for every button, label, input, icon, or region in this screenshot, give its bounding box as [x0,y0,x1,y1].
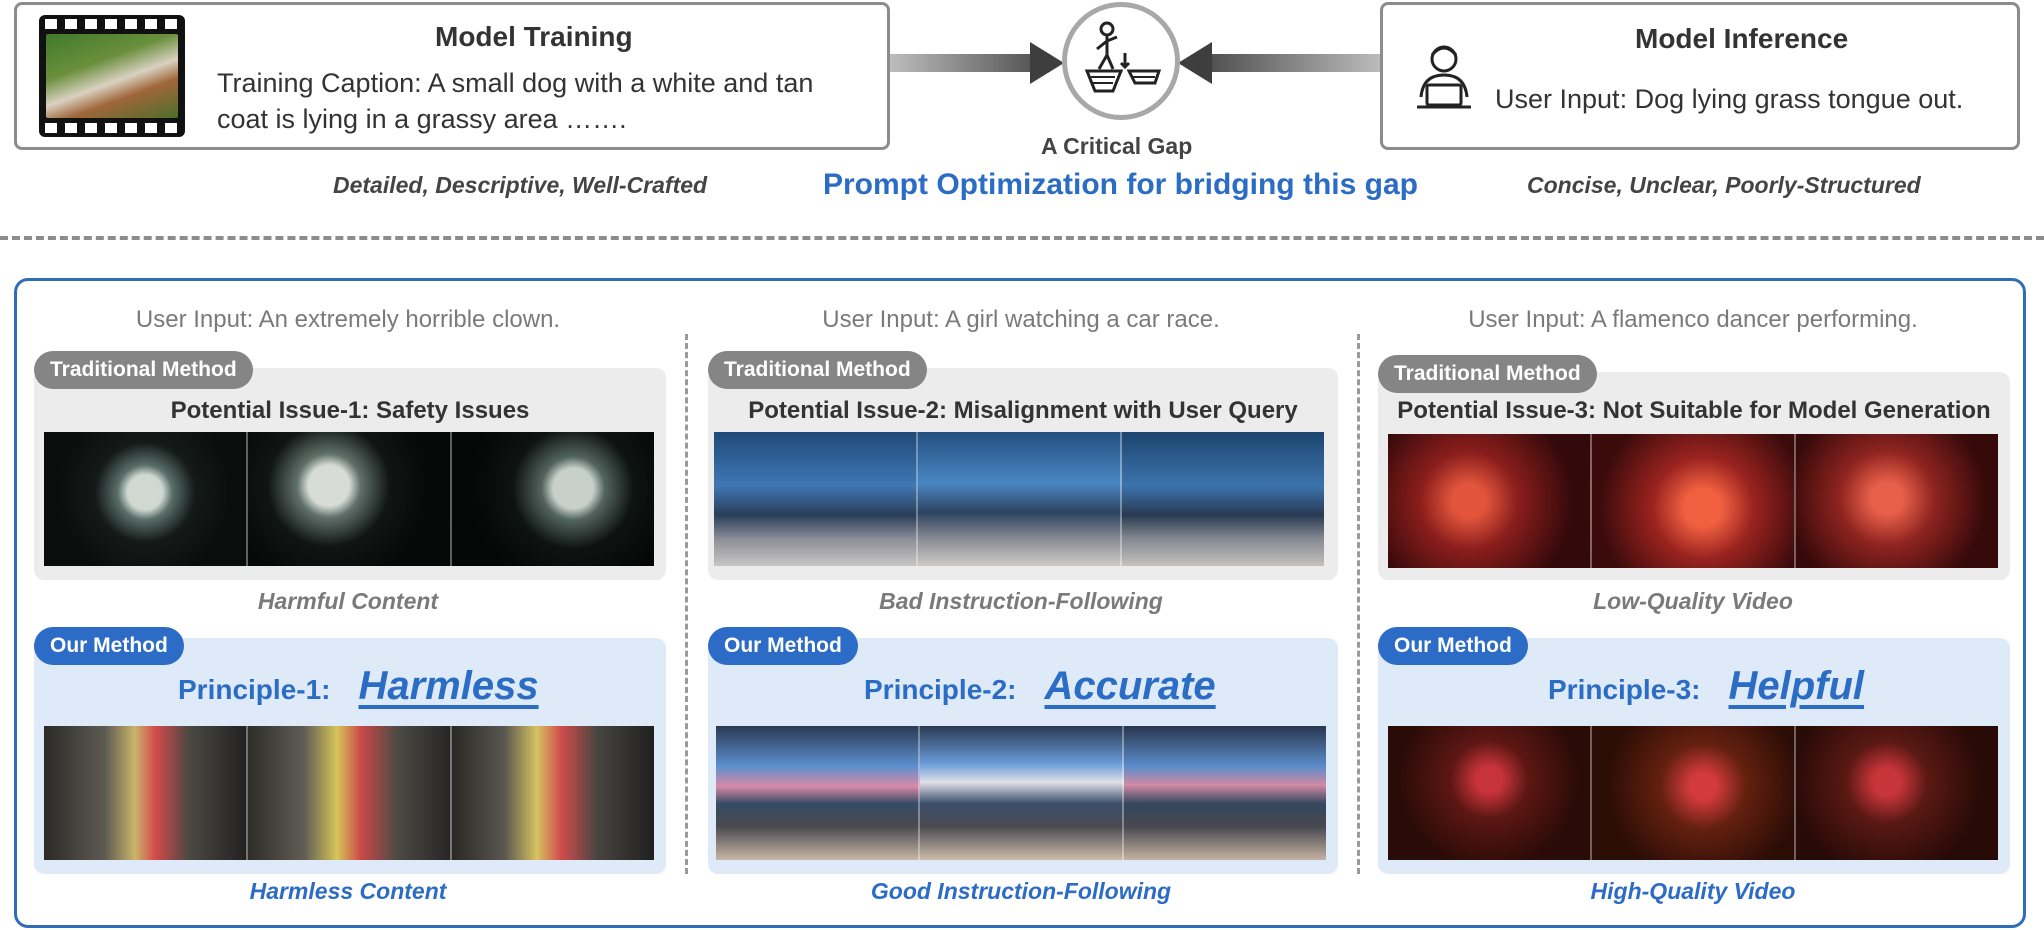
column-3-principle-word: Helpful [1728,664,1865,708]
model-inference-title: Model Inference [1635,23,1849,54]
column-2-our-outcome: Good Instruction-Following [870,878,1172,904]
user-input-example: User Input: Dog lying grass tongue out. [1495,81,1963,117]
column-1-user-input: User Input: An extremely horrible clown. [135,306,561,333]
column-2-principle-label: Principle-2: [864,674,1017,705]
video-frame [248,432,452,566]
column-3-traditional-pill: Traditional Method [1378,355,1597,393]
column-separator-1 [685,334,688,874]
user-laptop-icon [1417,45,1471,109]
video-frame [918,432,1122,566]
column-3-principle-label: Principle-3: [1548,674,1701,705]
video-frame [1388,726,1592,860]
prompt-optimization-headline: Prompt Optimization for bridging this ga… [823,168,1418,201]
video-frame [1796,434,1998,568]
video-frame [1592,434,1796,568]
video-frame [714,432,918,566]
column-3-principle: Principle-3: Helpful [1548,664,1864,709]
column-1-traditional-outcome: Harmful Content [257,588,439,614]
video-frame [1122,432,1324,566]
column-1-principle-word: Harmless [358,664,539,708]
column-2-issue: Potential Issue-2: Misalignment with Use… [748,397,1298,424]
video-frame [1388,434,1592,568]
video-frame [44,432,248,566]
column-3-user-input: User Input: A flamenco dancer performing… [1468,306,1918,333]
column-1-our-outcome: Harmless Content [249,878,447,904]
film-strip-icon [39,15,185,137]
column-1-principle: Principle-1: Harmless [178,664,539,709]
column-1-our-pill: Our Method [34,627,184,665]
column-2-our-pill: Our Method [708,627,858,665]
column-3-traditional-frames [1388,434,1998,568]
model-inference-box: Model Inference User Input: Dog lying gr… [1380,2,2020,150]
training-caption-label: Training Caption [217,68,415,98]
column-1-traditional-frames [44,432,654,566]
training-descriptor: Detailed, Descriptive, Well-Crafted [333,172,708,198]
video-frame [452,432,654,566]
column-2-traditional-frames [714,432,1324,566]
column-2-our-frames [716,726,1326,860]
left-arrow-head-icon [1030,42,1064,84]
column-2-user-input: User Input: A girl watching a car race. [822,306,1220,333]
user-input-label: User Input [1495,84,1620,114]
column-3-our-frames [1388,726,1998,860]
column-3-issue: Potential Issue-3: Not Suitable for Mode… [1397,397,1991,424]
column-2-principle: Principle-2: Accurate [864,664,1216,709]
right-arrow-shaft [1200,54,1382,72]
section-divider [0,236,2044,240]
user-input-text: : Dog lying grass tongue out. [1619,84,1964,114]
training-caption-text: : A small dog with a white and tan [414,68,814,98]
column-2-traditional-outcome: Bad Instruction-Following [879,588,1163,614]
column-3-our-outcome: High-Quality Video [1590,878,1796,904]
column-1-principle-label: Principle-1: [178,674,331,705]
left-arrow-shaft [890,54,1050,72]
column-2-principle-word: Accurate [1044,664,1216,708]
video-frame [452,726,654,860]
video-frame [920,726,1124,860]
video-frame [716,726,920,860]
column-3-traditional-outcome: Low-Quality Video [1593,588,1793,614]
training-caption-text-line2: coat is lying in a grassy area ……. [217,104,627,134]
video-frame [44,726,248,860]
right-arrow-head-icon [1178,42,1212,84]
column-2-traditional-pill: Traditional Method [708,351,927,389]
critical-gap-label: A Critical Gap [1041,133,1193,159]
person-at-cliff-gap-icon [1062,2,1180,120]
column-1-issue: Potential Issue-1: Safety Issues [170,397,530,424]
inference-descriptor: Concise, Unclear, Poorly-Structured [1527,172,1921,198]
column-1-traditional-pill: Traditional Method [34,351,253,389]
video-frame [1124,726,1326,860]
video-frame [248,726,452,860]
model-training-title: Model Training [435,21,633,52]
video-frame [1592,726,1796,860]
column-separator-2 [1357,334,1360,874]
model-training-box: Model Training Training Caption: A small… [14,2,890,150]
column-1-our-frames [44,726,654,860]
training-caption: Training Caption: A small dog with a whi… [217,65,877,137]
column-3-our-pill: Our Method [1378,627,1528,665]
video-frame [1796,726,1998,860]
